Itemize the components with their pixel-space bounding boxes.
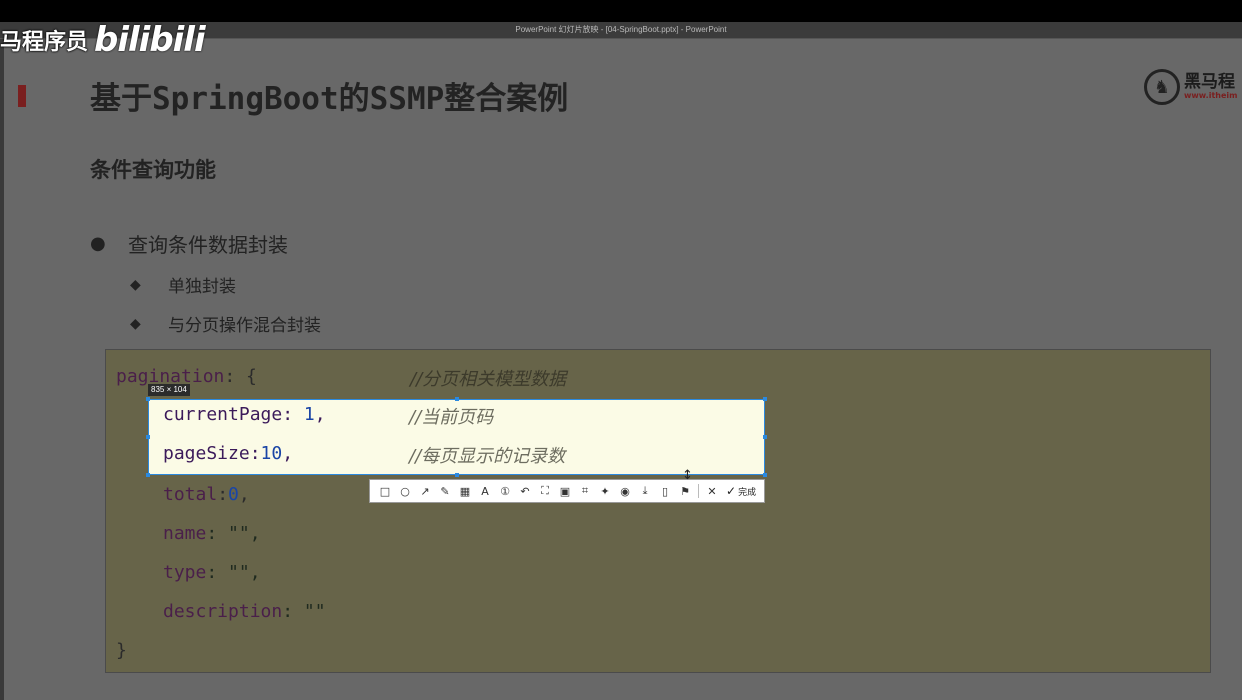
- code-comment: //当前页码: [409, 407, 494, 428]
- code-line: pageSize:10,: [163, 443, 294, 464]
- done-label: 完成: [738, 487, 757, 498]
- sub-bullet-text: 单独封装: [168, 277, 236, 297]
- screenshot-toolbar: □ ○ ↗ ✎ ▦ A ① ↶ ⛶ ▣ ⌗ ✦ ◉ ⤓ ▯ ⚑ ✕ ✓ 完成: [369, 479, 765, 503]
- toolbar-divider: [698, 484, 699, 498]
- diamond-bullet-icon: ◆: [130, 276, 141, 293]
- code-comment: //每页显示的记录数: [409, 446, 566, 467]
- slide-canvas: 基于SpringBoot的SSMP整合案例 ♞ 黑马程 www.itheim 条…: [0, 39, 1242, 700]
- diamond-bullet-icon: ◆: [130, 315, 141, 332]
- bullet-text: 查询条件数据封装: [128, 233, 288, 257]
- ocr-icon[interactable]: ⛶: [535, 481, 555, 501]
- move-cursor-icon: ↕: [682, 468, 693, 483]
- code-line: total:0,: [163, 484, 250, 505]
- code-line: type: "",: [163, 562, 261, 583]
- bilibili-logo: bilibili: [94, 20, 206, 60]
- resize-handle[interactable]: [146, 435, 150, 439]
- brand-url: www.itheim: [1184, 91, 1238, 100]
- bullet-dot-icon: ●: [90, 233, 106, 254]
- resize-handle[interactable]: [146, 473, 150, 477]
- number-icon[interactable]: ①: [495, 481, 515, 501]
- screen-top-bar: [0, 0, 1242, 22]
- screenshot-selection-area[interactable]: currentPage: 1, //当前页码 pageSize:10, //每页…: [146, 397, 767, 477]
- check-icon: ✓: [726, 484, 737, 498]
- arrow-icon[interactable]: ↗: [415, 481, 435, 501]
- code-block: pagination: { //分页相关模型数据 total:0, name: …: [105, 349, 1211, 673]
- bookmark-icon[interactable]: ⚑: [675, 481, 695, 501]
- pen-icon[interactable]: ✎: [435, 481, 455, 501]
- brand-logo: ♞ 黑马程 www.itheim: [1144, 69, 1237, 105]
- save-icon[interactable]: ▯: [655, 481, 675, 501]
- done-button[interactable]: ✓ 完成: [726, 484, 756, 498]
- sub-bullet-item: ◆ 单独封装: [130, 272, 236, 298]
- title-accent-bar: [18, 85, 26, 107]
- text-icon[interactable]: A: [475, 481, 495, 501]
- horse-logo-icon: ♞: [1144, 69, 1180, 105]
- bullet-item: ● 查询条件数据封装: [90, 229, 288, 258]
- code-line: currentPage: 1,: [163, 404, 326, 425]
- translate-icon[interactable]: ▣: [555, 481, 575, 501]
- ellipse-icon[interactable]: ○: [395, 481, 415, 501]
- pin-icon[interactable]: ✦: [595, 481, 615, 501]
- mosaic-icon[interactable]: ▦: [455, 481, 475, 501]
- code-line: name: "",: [163, 523, 261, 544]
- close-icon[interactable]: ✕: [702, 481, 722, 501]
- record-icon[interactable]: ◉: [615, 481, 635, 501]
- code-line: description: "": [163, 601, 326, 622]
- resize-handle[interactable]: [763, 473, 767, 477]
- sub-bullet-item: ◆ 与分页操作混合封装: [130, 311, 321, 337]
- resize-handle[interactable]: [146, 397, 150, 401]
- resize-handle[interactable]: [455, 397, 459, 401]
- bilibili-watermark: 马程序员 bilibili: [0, 20, 206, 60]
- undo-icon[interactable]: ↶: [515, 481, 535, 501]
- resize-handle[interactable]: [455, 473, 459, 477]
- code-comment: //分页相关模型数据: [410, 369, 567, 390]
- code-line: }: [116, 640, 127, 661]
- slide-left-edge: [0, 39, 4, 700]
- resize-handle[interactable]: [763, 397, 767, 401]
- sub-bullet-text: 与分页操作混合封装: [168, 316, 321, 336]
- section-subtitle: 条件查询功能: [90, 158, 216, 182]
- watermark-text: 马程序员: [0, 30, 89, 55]
- download-icon[interactable]: ⤓: [635, 481, 655, 501]
- brand-name: 黑马程: [1184, 72, 1235, 92]
- slide-title: 基于SpringBoot的SSMP整合案例: [90, 81, 569, 117]
- rectangle-icon[interactable]: □: [375, 481, 395, 501]
- resize-handle[interactable]: [763, 435, 767, 439]
- selection-size-label: 835 × 104: [148, 384, 190, 396]
- scan-icon[interactable]: ⌗: [575, 481, 595, 501]
